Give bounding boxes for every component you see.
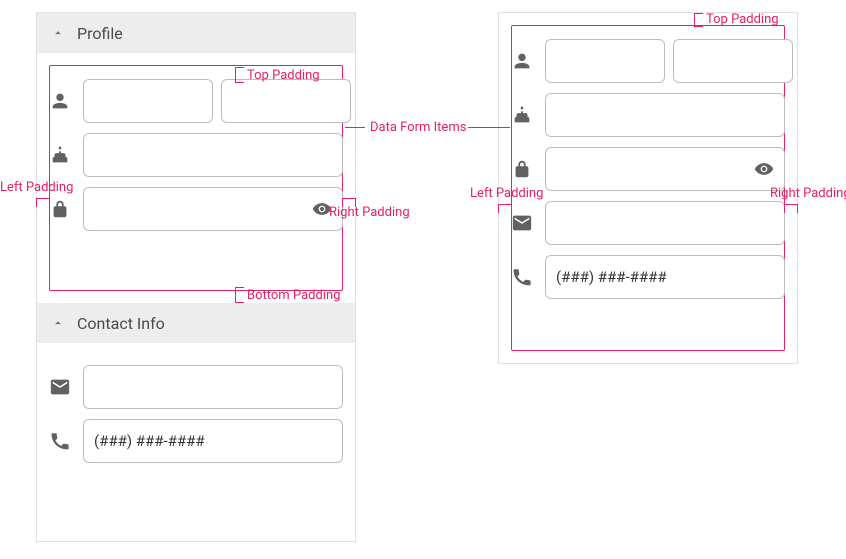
phone-mask-text: (###) ###-#### bbox=[94, 432, 205, 450]
contact-header[interactable]: Contact Info bbox=[37, 303, 355, 343]
password-field-r[interactable] bbox=[545, 147, 785, 191]
last-name-field[interactable] bbox=[221, 79, 351, 123]
phone-row-r: (###) ###-#### bbox=[511, 255, 785, 299]
password-row bbox=[49, 187, 343, 231]
phone-row: (###) ###-#### bbox=[49, 419, 343, 463]
person-icon bbox=[511, 50, 533, 72]
bottom-padding-bracket-l bbox=[235, 287, 243, 303]
birthday-row bbox=[49, 133, 343, 177]
email-row bbox=[49, 365, 343, 409]
right-padding-bracket-r bbox=[784, 204, 798, 212]
right-padding-label-l: Right Padding bbox=[329, 205, 410, 220]
callout-line-right bbox=[468, 127, 510, 128]
birthday-row-r bbox=[511, 93, 785, 137]
phone-icon bbox=[49, 430, 71, 452]
chevron-up-icon bbox=[51, 26, 65, 40]
last-name-field-r[interactable] bbox=[673, 39, 793, 83]
cake-icon bbox=[511, 104, 533, 126]
top-padding-bracket-l bbox=[235, 67, 243, 83]
phone-mask-text-r: (###) ###-#### bbox=[556, 268, 667, 286]
left-padding-label-l: Left Padding bbox=[0, 180, 73, 195]
email-field-r[interactable] bbox=[545, 201, 785, 245]
contact-form-area: (###) ###-#### bbox=[37, 343, 355, 475]
profile-title: Profile bbox=[77, 24, 123, 43]
password-field[interactable] bbox=[83, 187, 343, 231]
password-row-r bbox=[511, 147, 785, 191]
top-padding-label-l: Top Padding bbox=[247, 68, 320, 83]
phone-field[interactable]: (###) ###-#### bbox=[83, 419, 343, 463]
name-fields bbox=[83, 79, 343, 123]
birthday-field[interactable] bbox=[83, 133, 343, 177]
lock-icon bbox=[511, 158, 533, 180]
first-name-field[interactable] bbox=[83, 79, 213, 123]
phone-field-r[interactable]: (###) ###-#### bbox=[545, 255, 785, 299]
data-form-items-label: Data Form Items bbox=[370, 120, 466, 135]
email-row-r bbox=[511, 201, 785, 245]
first-name-field-r[interactable] bbox=[545, 39, 665, 83]
callout-line-left bbox=[345, 127, 365, 128]
name-fields-r bbox=[545, 39, 785, 83]
top-padding-label-r: Top Padding bbox=[706, 12, 779, 27]
email-field[interactable] bbox=[83, 365, 343, 409]
birthday-field-r[interactable] bbox=[545, 93, 785, 137]
left-padding-bracket-l bbox=[36, 198, 50, 206]
left-padding-label-r: Left Padding bbox=[470, 186, 543, 201]
right-form-area: (###) ###-#### bbox=[499, 13, 797, 363]
email-icon bbox=[511, 212, 533, 234]
phone-icon bbox=[511, 266, 533, 288]
chevron-up-icon bbox=[51, 316, 65, 330]
bottom-padding-label-l: Bottom Padding bbox=[247, 288, 340, 303]
cake-icon bbox=[49, 144, 71, 166]
name-row-r bbox=[511, 39, 785, 83]
person-icon bbox=[49, 90, 71, 112]
name-row bbox=[49, 79, 343, 123]
right-padding-label-r: Right Padding bbox=[770, 186, 846, 201]
eye-icon[interactable] bbox=[754, 159, 774, 179]
left-panel: Profile Contact Info bbox=[36, 12, 356, 542]
email-icon bbox=[49, 376, 71, 398]
top-padding-bracket-r bbox=[694, 13, 702, 27]
profile-header[interactable]: Profile bbox=[37, 13, 355, 53]
left-padding-bracket-r bbox=[498, 204, 512, 212]
contact-title: Contact Info bbox=[77, 314, 165, 333]
lock-icon bbox=[49, 198, 71, 220]
profile-form-area bbox=[37, 53, 355, 303]
